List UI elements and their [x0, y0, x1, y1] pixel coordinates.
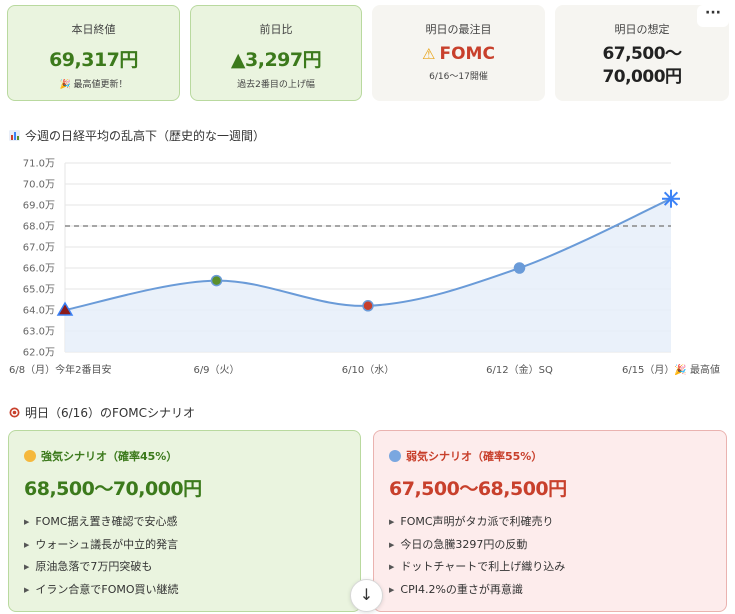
bullet-icon: ▶: [389, 540, 395, 549]
list-item-text: ドットチャートで利上げ織り込み: [400, 560, 566, 573]
chart-area-fill: [65, 198, 671, 352]
x-tick-label: 6/9（火）: [193, 364, 239, 376]
forecast-range-line2: 70,000円: [602, 67, 682, 87]
smile-icon: [24, 450, 36, 462]
fear-face-icon: [389, 450, 401, 462]
list-item: ▶ CPI4.2%の重さが再意識: [389, 579, 726, 602]
bullet-icon: ▶: [24, 540, 30, 549]
list-item-text: イラン合意でFOMO買い継続: [35, 582, 179, 596]
card-label: 前日比: [259, 23, 293, 36]
y-tick-label: 71.0万: [23, 159, 55, 170]
y-tick-label: 65.0万: [23, 285, 55, 296]
list-item-text: FOMC声明がタカ派で利確売り: [400, 515, 554, 528]
x-tick-label: 6/12（金）SQ: [486, 363, 553, 376]
bull-scenario-heading-text: 強気シナリオ（確率45%）: [41, 450, 178, 463]
y-tick-label: 69.0万: [23, 201, 55, 212]
card-note: 🎉 最高値更新！: [59, 80, 128, 90]
daily-change-card: 前日比 ▲3,297円 過去2番目の上げ幅: [190, 5, 362, 101]
nikkei-line-chart: 71.0万 70.0万 69.0万 68.0万 67.0万 66.0万 65.0万 64.0万…: [9, 159, 720, 377]
x-tick-label: 6/8（月）今年2番目安: [9, 363, 111, 376]
chart-section-title: 今週の日経平均の乱高下（歴史的な一週間）: [9, 127, 265, 144]
bull-scenario-range: 68,500〜70,000円: [24, 478, 202, 500]
scroll-down-button[interactable]: ↓: [350, 579, 383, 612]
card-note: 6/16〜17開催: [429, 72, 488, 82]
x-tick-label: 6/15（月）🎉 最高値: [622, 363, 720, 376]
y-tick-label: 64.0万: [23, 306, 55, 317]
close-price-value: 69,317円: [49, 49, 138, 71]
scenario-section-title: 明日（6/16）のFOMCシナリオ: [9, 404, 195, 421]
bullet-icon: ▶: [24, 518, 30, 526]
bull-scenario-heading: 強気シナリオ（確率45%）: [24, 448, 360, 464]
list-item: ▶ FOMC据え置き確認で安心感: [24, 511, 360, 534]
bullet-icon: ▶: [24, 585, 30, 594]
y-tick-label: 67.0万: [23, 243, 55, 254]
bar-chart-icon: [9, 130, 20, 141]
more-menu-button[interactable]: ···: [697, 5, 729, 27]
y-tick-label: 62.0万: [23, 348, 55, 359]
list-item-text: FOMC据え置き確認で安心感: [35, 515, 178, 528]
data-point-marker: [662, 189, 680, 208]
forecast-range: 67,500〜 70,000円: [556, 43, 728, 89]
y-tick-label: 68.0万: [23, 222, 55, 233]
bear-scenario-heading: 弱気シナリオ（確率55%）: [389, 448, 726, 464]
list-item: ▶ 今日の急騰3297円の反動: [389, 534, 726, 557]
card-note: 過去2番目の上げ幅: [237, 80, 315, 90]
list-item: ▶ 原油急落で7万円突破も: [24, 556, 360, 579]
list-item-text: CPI4.2%の重さが再意識: [400, 582, 523, 596]
list-item: ▶ ドットチャートで利上げ織り込み: [389, 556, 726, 579]
close-price-card: 本日終値 69,317円 🎉 最高値更新！: [7, 5, 180, 101]
y-tick-label: 66.0万: [23, 264, 55, 275]
bear-scenario-range: 67,500〜68,500円: [389, 478, 567, 500]
list-item-text: 原油急落で7万円突破も: [35, 560, 153, 573]
data-point-marker: [362, 300, 374, 312]
summary-cards: 本日終値 69,317円 🎉 最高値更新！ 前日比 ▲3,297円 過去2番目の…: [7, 5, 729, 101]
bull-scenario-list: ▶ FOMC据え置き確認で安心感 ▶ ウォーシュ議長が中立的発言 ▶ 原油急落で7万円…: [24, 511, 360, 601]
bear-scenario-card: 弱気シナリオ（確率55%） 67,500〜68,500円 ▶ FOMC声明がタカ派…: [373, 430, 727, 612]
bullet-icon: ▶: [389, 585, 395, 594]
bullet-icon: ▶: [389, 563, 395, 571]
daily-change-value: ▲3,297円: [230, 49, 322, 71]
bear-scenario-heading-text: 弱気シナリオ（確率55%）: [406, 450, 543, 463]
data-point-marker: [513, 262, 526, 274]
y-tick-label: 63.0万: [23, 327, 55, 338]
key-event-card: 明日の最注目 ⚠ FOMC 6/16〜17開催: [372, 5, 545, 101]
key-event-text: FOMC: [439, 44, 495, 64]
list-item-text: ウォーシュ議長が中立的発言: [35, 537, 179, 551]
list-item: ▶ FOMC声明がタカ派で利確売り: [389, 511, 726, 534]
x-tick-label: 6/10（水）: [342, 364, 394, 376]
card-label: 本日終値: [71, 23, 116, 36]
list-item: ▶ ウォーシュ議長が中立的発言: [24, 534, 360, 557]
bull-scenario-card: 強気シナリオ（確率45%） 68,500〜70,000円 ▶ FOMC据え置き確認…: [8, 430, 361, 612]
chart-section-title-text: 今週の日経平均の乱高下（歴史的な一週間）: [25, 129, 266, 143]
bullet-icon: ▶: [24, 563, 30, 571]
list-item: ▶ イラン合意でFOMO買い継続: [24, 579, 360, 602]
card-label: 明日の最注目: [425, 23, 492, 36]
y-tick-label: 70.0万: [23, 180, 55, 191]
list-item-text: 今日の急騰3297円の反動: [400, 537, 528, 551]
bullet-icon: ▶: [389, 518, 395, 526]
data-point-marker: [210, 274, 223, 287]
warning-icon: ⚠: [422, 45, 436, 63]
bear-scenario-list: ▶ FOMC声明がタカ派で利確売り ▶ 今日の急騰3297円の反動 ▶ ドットチャート…: [389, 511, 726, 601]
scenario-section-title-text: 明日（6/16）のFOMCシナリオ: [25, 406, 196, 420]
key-event-value: ⚠ FOMC: [373, 44, 544, 64]
target-icon: [9, 407, 20, 418]
forecast-range-line1: 67,500〜: [602, 44, 682, 64]
